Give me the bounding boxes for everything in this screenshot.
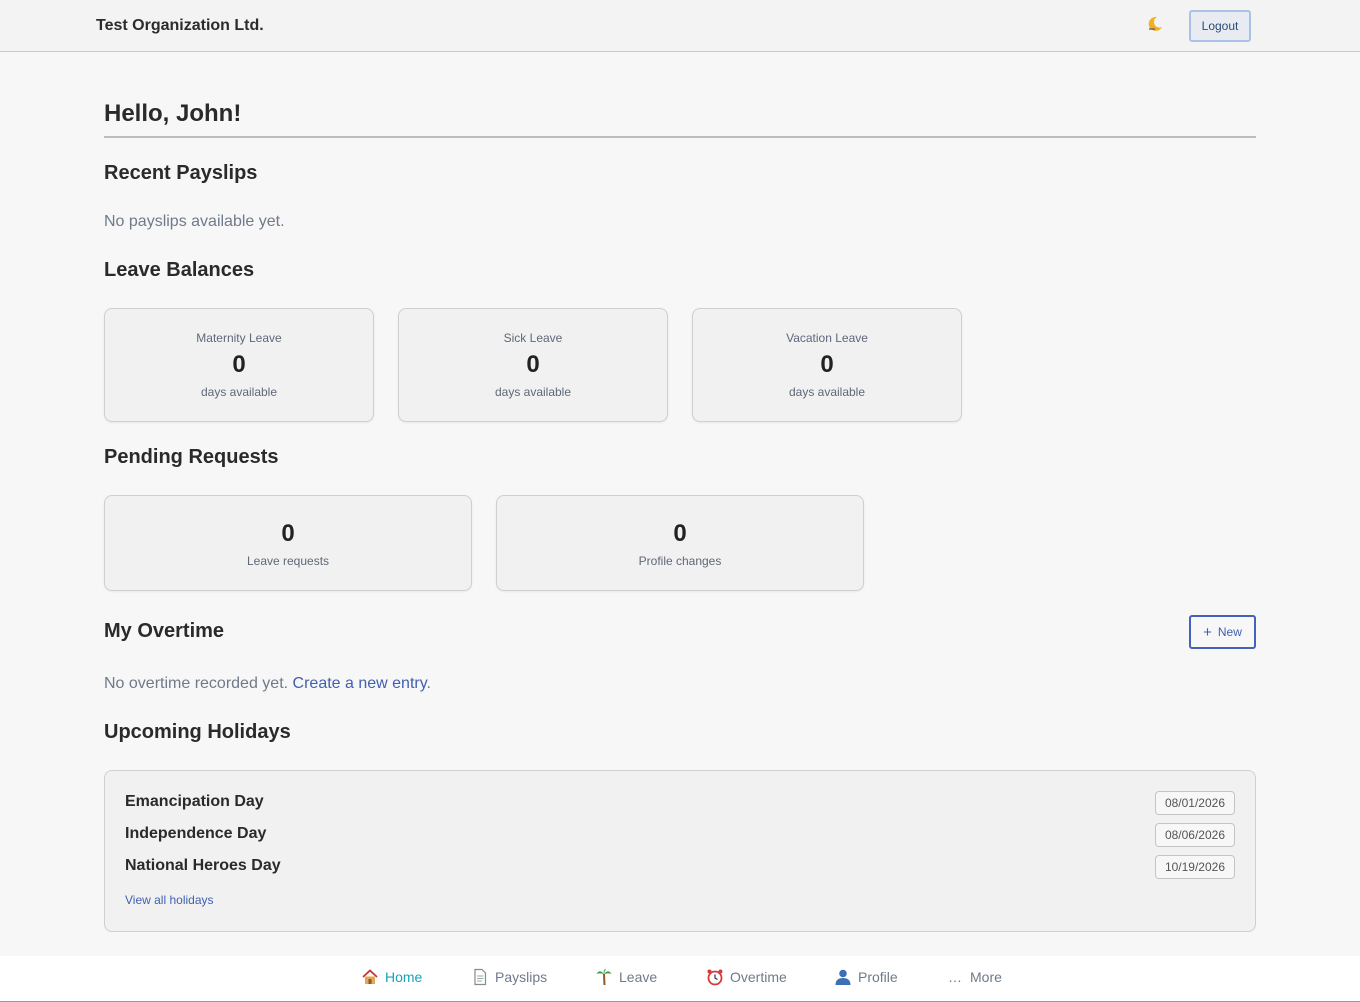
leave-type-label: Vacation Leave (786, 331, 868, 345)
alarm-clock-icon (706, 968, 724, 986)
holiday-date-badge: 08/06/2026 (1154, 823, 1235, 847)
new-button-label: New (1217, 625, 1242, 639)
recent-payslips-heading: Recent Payslips (104, 162, 258, 184)
pending-count: 0 (281, 520, 295, 547)
pending-count: 0 (673, 520, 687, 547)
create-overtime-link[interactable]: Create a new entry (293, 675, 427, 692)
overtime-empty-message: No overtime recorded yet. (104, 675, 293, 692)
leave-days-caption: days available (494, 385, 572, 399)
holiday-name: Emancipation Day (125, 793, 264, 810)
leave-days-value: 0 (820, 351, 834, 378)
holiday-date-badge: 08/01/2026 (1154, 791, 1235, 815)
person-icon (834, 968, 852, 986)
top-bar: Test Organization Ltd. Logout (0, 0, 1360, 52)
holiday-row: Independence Day 08/06/2026 (125, 823, 1235, 847)
nav-item-more[interactable]: … More (946, 968, 1002, 986)
nav-label: Payslips (495, 969, 548, 985)
leave-days-value: 0 (526, 351, 540, 378)
holiday-row: Emancipation Day 08/01/2026 (125, 791, 1235, 815)
pending-leave-requests-card[interactable]: 0 Leave requests (104, 495, 472, 591)
plus-icon: + (1203, 623, 1212, 641)
nav-item-payslips[interactable]: Payslips (471, 968, 547, 986)
holiday-row: National Heroes Day 10/19/2026 (125, 855, 1235, 879)
nav-label: Overtime (730, 969, 787, 985)
holiday-name: Independence Day (125, 825, 267, 842)
leave-type-label: Sick Leave (503, 331, 563, 345)
nav-label: Profile (858, 969, 898, 985)
title-divider (104, 136, 1256, 138)
palm-tree-icon (595, 968, 613, 986)
page-title: Hello, John! (104, 100, 242, 127)
nav-label: Leave (619, 969, 658, 985)
logout-button[interactable]: Logout (1189, 10, 1251, 42)
nav-label: More (970, 969, 1002, 985)
leave-balance-card-maternity: Maternity Leave 0 days available (104, 308, 374, 422)
leave-balance-card-vacation: Vacation Leave 0 days available (692, 308, 962, 422)
organization-name: Test Organization Ltd. (96, 17, 264, 34)
leave-type-label: Maternity Leave (196, 331, 282, 345)
holiday-name: National Heroes Day (125, 857, 281, 874)
leave-balance-card-sick: Sick Leave 0 days available (398, 308, 668, 422)
ellipsis-icon: … (948, 969, 962, 985)
my-overtime-heading: My Overtime (104, 620, 225, 642)
pending-requests-heading: Pending Requests (104, 446, 279, 468)
new-overtime-button[interactable]: + New (1189, 615, 1256, 649)
moon-icon (1146, 15, 1164, 38)
leave-balances-heading: Leave Balances (104, 259, 255, 281)
leave-days-caption: days available (200, 385, 278, 399)
payslips-empty-text: No payslips available yet. (104, 213, 285, 230)
pending-label: Leave requests (246, 554, 330, 568)
nav-item-overtime[interactable]: Overtime (706, 968, 787, 986)
house-icon (361, 968, 379, 986)
holiday-date-badge: 10/19/2026 (1154, 855, 1235, 879)
overtime-empty-text: No overtime recorded yet. Create a new e… (104, 675, 431, 693)
overtime-period: . (426, 675, 431, 692)
theme-toggle-button[interactable] (1144, 16, 1166, 36)
nav-item-profile[interactable]: Profile (834, 968, 898, 986)
nav-item-leave[interactable]: Leave (595, 968, 657, 986)
holidays-card: Emancipation Day 08/01/2026 Independence… (104, 770, 1256, 932)
document-icon (471, 968, 489, 986)
leave-days-caption: days available (788, 385, 866, 399)
upcoming-holidays-heading: Upcoming Holidays (104, 721, 291, 743)
pending-label: Profile changes (638, 554, 722, 568)
nav-item-home[interactable]: Home (361, 968, 422, 986)
leave-days-value: 0 (232, 351, 246, 378)
view-all-holidays-link[interactable]: View all holidays (125, 893, 214, 907)
pending-profile-changes-card[interactable]: 0 Profile changes (496, 495, 864, 591)
bottom-navigation: Home Payslips Leave Overtime Profile … M… (0, 956, 1360, 1002)
nav-label: Home (385, 969, 423, 985)
